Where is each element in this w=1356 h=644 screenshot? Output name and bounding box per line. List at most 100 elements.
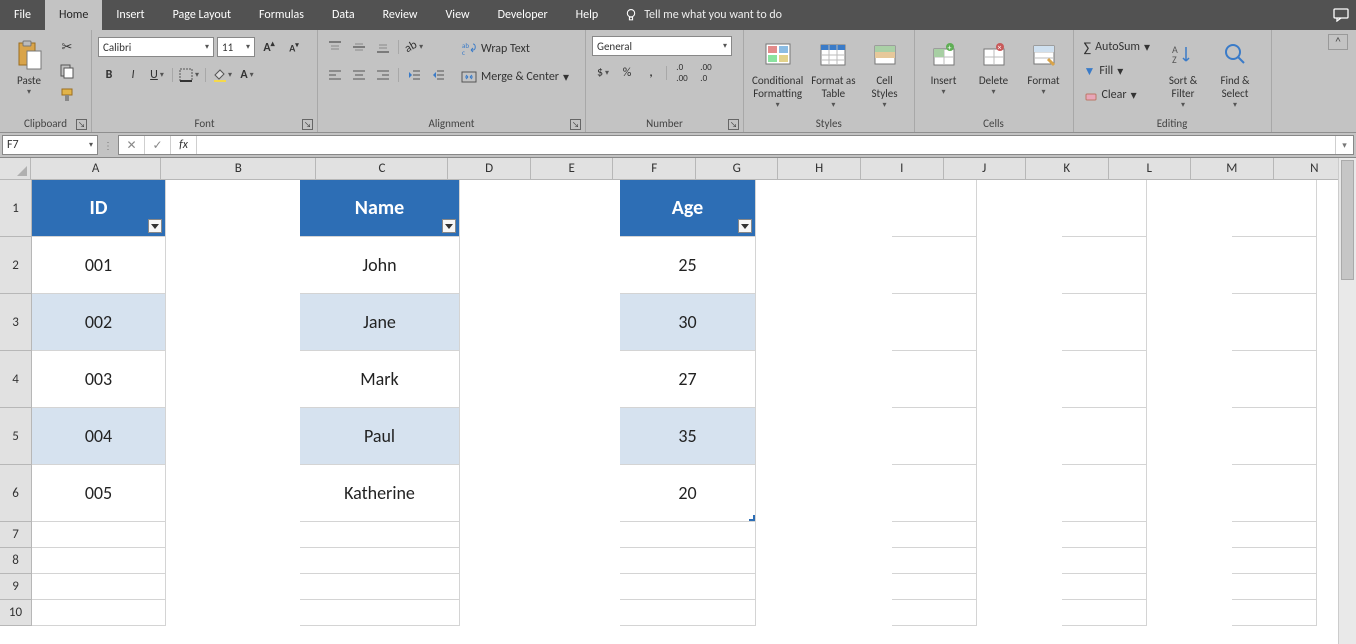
- cell[interactable]: [32, 600, 166, 626]
- column-header-F[interactable]: F: [613, 158, 696, 180]
- insert-function-button[interactable]: fx: [171, 136, 197, 154]
- row-header[interactable]: 3: [0, 294, 32, 351]
- column-header-L[interactable]: L: [1109, 158, 1192, 180]
- align-left-button[interactable]: [324, 64, 346, 86]
- cell[interactable]: 005: [32, 465, 166, 522]
- filter-button[interactable]: [148, 219, 162, 233]
- column-header-E[interactable]: E: [531, 158, 614, 180]
- formula-input[interactable]: [197, 136, 1335, 154]
- cell[interactable]: [300, 522, 460, 548]
- tab-insert[interactable]: Insert: [102, 0, 158, 30]
- row-header[interactable]: 5: [0, 408, 32, 465]
- tab-data[interactable]: Data: [318, 0, 369, 30]
- cell[interactable]: [1232, 294, 1317, 351]
- table-resize-handle[interactable]: [749, 515, 755, 521]
- column-header-A[interactable]: A: [31, 158, 161, 180]
- clear-button[interactable]: Clear▾: [1080, 84, 1155, 106]
- cell[interactable]: [1062, 548, 1147, 574]
- row-header[interactable]: 9: [0, 574, 32, 600]
- align-middle-button[interactable]: [348, 36, 370, 58]
- cell[interactable]: [620, 600, 756, 626]
- cell[interactable]: [1062, 237, 1147, 294]
- align-top-button[interactable]: [324, 36, 346, 58]
- filter-button[interactable]: [738, 219, 752, 233]
- column-header-G[interactable]: G: [696, 158, 779, 180]
- column-header-B[interactable]: B: [161, 158, 316, 180]
- increase-font-button[interactable]: A▴: [258, 36, 280, 58]
- column-header-I[interactable]: I: [861, 158, 944, 180]
- align-right-button[interactable]: [372, 64, 394, 86]
- cell[interactable]: [1062, 408, 1147, 465]
- cell[interactable]: [1062, 351, 1147, 408]
- insert-cells-button[interactable]: + Insert▾: [921, 36, 967, 98]
- wrap-text-button[interactable]: abc Wrap Text: [457, 38, 573, 60]
- column-header-C[interactable]: C: [316, 158, 448, 180]
- fill-button[interactable]: ▼Fill▾: [1080, 60, 1155, 82]
- filter-button[interactable]: [442, 219, 456, 233]
- cell[interactable]: John: [300, 237, 460, 294]
- format-painter-button[interactable]: [56, 84, 78, 106]
- cell[interactable]: [1232, 522, 1317, 548]
- increase-decimal-button[interactable]: .0.00: [671, 62, 693, 84]
- find-select-button[interactable]: Find & Select▾: [1212, 36, 1258, 111]
- cell[interactable]: [620, 522, 756, 548]
- tab-developer[interactable]: Developer: [484, 0, 562, 30]
- cell[interactable]: Mark: [300, 351, 460, 408]
- fill-color-button[interactable]: ▾: [210, 64, 234, 86]
- conditional-formatting-button[interactable]: Conditional Formatting▾: [750, 36, 805, 111]
- cell[interactable]: 003: [32, 351, 166, 408]
- decrease-font-button[interactable]: A▾: [283, 36, 305, 58]
- cell[interactable]: [1232, 237, 1317, 294]
- delete-cells-button[interactable]: × Delete▾: [971, 36, 1017, 98]
- cancel-formula-button[interactable]: ✕: [119, 136, 145, 154]
- cell[interactable]: [1232, 408, 1317, 465]
- row-header[interactable]: 1: [0, 180, 32, 237]
- cell[interactable]: [1062, 180, 1147, 237]
- autosum-button[interactable]: ∑AutoSum▾: [1080, 36, 1155, 58]
- cell[interactable]: [1232, 465, 1317, 522]
- cell[interactable]: [1062, 294, 1147, 351]
- cell[interactable]: 002: [32, 294, 166, 351]
- tab-view[interactable]: View: [432, 0, 484, 30]
- cell[interactable]: [892, 465, 977, 522]
- cut-button[interactable]: ✂: [56, 36, 78, 58]
- copy-button[interactable]: [56, 60, 78, 82]
- cell[interactable]: Katherine: [300, 465, 460, 522]
- comments-button[interactable]: [1326, 0, 1356, 30]
- italic-button[interactable]: I: [122, 64, 144, 86]
- cell[interactable]: 35: [620, 408, 756, 465]
- cell[interactable]: 001: [32, 237, 166, 294]
- row-header[interactable]: 6: [0, 465, 32, 522]
- scrollbar-thumb[interactable]: [1341, 160, 1354, 280]
- cell[interactable]: [32, 548, 166, 574]
- cell[interactable]: [1232, 600, 1317, 626]
- alignment-dialog-launcher[interactable]: ↘: [570, 119, 581, 130]
- bold-button[interactable]: B: [98, 64, 120, 86]
- tab-review[interactable]: Review: [369, 0, 432, 30]
- cell[interactable]: [620, 548, 756, 574]
- row-header[interactable]: 10: [0, 600, 32, 626]
- vertical-scrollbar[interactable]: [1338, 158, 1356, 644]
- cell[interactable]: Name: [300, 180, 460, 237]
- tab-help[interactable]: Help: [562, 0, 613, 30]
- cell[interactable]: [892, 408, 977, 465]
- name-box[interactable]: F7▾: [2, 135, 98, 155]
- sort-filter-button[interactable]: AZ Sort & Filter▾: [1160, 36, 1206, 111]
- cell[interactable]: [892, 237, 977, 294]
- border-button[interactable]: ▾: [177, 64, 201, 86]
- cell[interactable]: [892, 600, 977, 626]
- cell[interactable]: 25: [620, 237, 756, 294]
- tab-formulas[interactable]: Formulas: [245, 0, 318, 30]
- column-header-H[interactable]: H: [778, 158, 861, 180]
- format-cells-button[interactable]: Format▾: [1021, 36, 1067, 98]
- cell[interactable]: [892, 574, 977, 600]
- enter-formula-button[interactable]: ✓: [145, 136, 171, 154]
- formula-bar-grip[interactable]: ⋮: [98, 133, 118, 157]
- collapse-ribbon-button[interactable]: ˄: [1328, 34, 1348, 50]
- tab-page-layout[interactable]: Page Layout: [159, 0, 245, 30]
- font-size-combo[interactable]: 11▾: [217, 37, 255, 57]
- column-header-M[interactable]: M: [1191, 158, 1274, 180]
- merge-center-button[interactable]: Merge & Center▾: [457, 66, 573, 88]
- cell[interactable]: [1232, 574, 1317, 600]
- align-center-button[interactable]: [348, 64, 370, 86]
